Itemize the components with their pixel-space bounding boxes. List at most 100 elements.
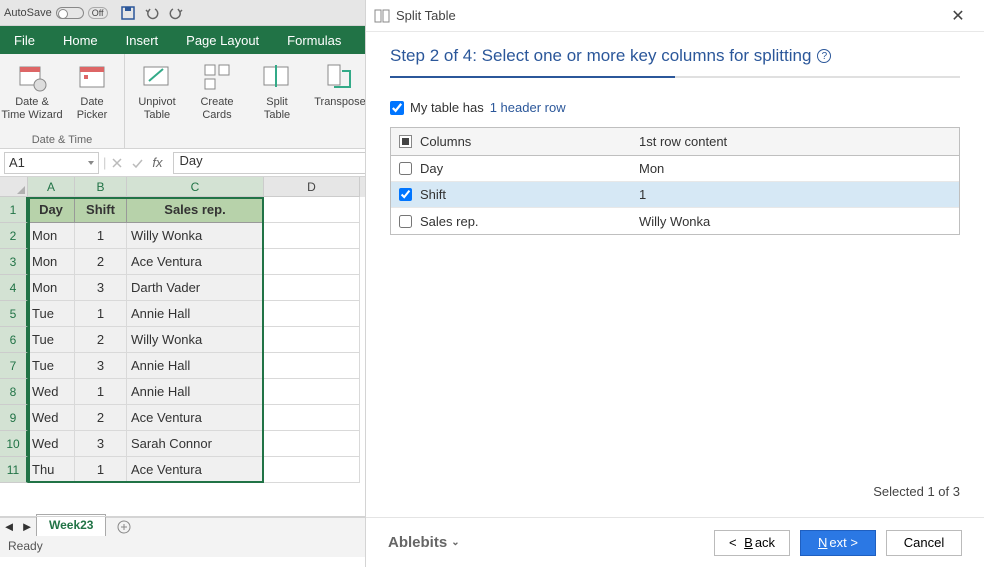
cell[interactable]: Sarah Connor — [127, 431, 264, 457]
brand-dropdown[interactable]: Ablebits ⌄ — [388, 534, 460, 551]
tab-formulas[interactable]: Formulas — [273, 26, 355, 54]
cell[interactable]: Tue — [28, 353, 75, 379]
row-header[interactable]: 6 — [0, 327, 28, 353]
tab-insert[interactable]: Insert — [112, 26, 173, 54]
col-header-d[interactable]: D — [264, 177, 360, 197]
scroll-left-icon[interactable]: ◄ — [0, 519, 18, 535]
row-header[interactable]: 5 — [0, 301, 28, 327]
cell[interactable] — [264, 431, 360, 457]
close-button[interactable]: ✕ — [940, 6, 976, 26]
row-header[interactable]: 10 — [0, 431, 28, 457]
cell[interactable]: Thu — [28, 457, 75, 483]
quick-access-toolbar — [120, 5, 184, 21]
cell[interactable]: 2 — [75, 249, 127, 275]
date-time-wizard-button[interactable]: Date & Time Wizard — [4, 56, 60, 134]
create-cards-button[interactable]: Create Cards — [189, 56, 245, 134]
select-all-cell[interactable] — [0, 177, 28, 197]
save-icon[interactable] — [120, 5, 136, 21]
cell[interactable]: 1 — [75, 379, 127, 405]
cell[interactable]: Sales rep. — [127, 197, 264, 223]
transpose-button[interactable]: Transpose — [309, 56, 371, 134]
column-checkbox[interactable] — [399, 162, 412, 175]
cell[interactable] — [264, 457, 360, 483]
cell[interactable] — [264, 275, 360, 301]
row-header[interactable]: 7 — [0, 353, 28, 379]
cell[interactable]: Wed — [28, 431, 75, 457]
cell[interactable] — [264, 353, 360, 379]
back-button[interactable]: < Back — [714, 530, 790, 556]
cell[interactable]: Day — [28, 197, 75, 223]
cell[interactable]: 1 — [75, 457, 127, 483]
row-header[interactable]: 1 — [0, 197, 28, 223]
tab-page-layout[interactable]: Page Layout — [172, 26, 273, 54]
cancel-formula-icon[interactable] — [110, 156, 124, 170]
cell[interactable]: Annie Hall — [127, 379, 264, 405]
cell[interactable]: Willy Wonka — [127, 327, 264, 353]
cell[interactable]: Ace Ventura — [127, 457, 264, 483]
fx-label[interactable]: fx — [152, 155, 162, 170]
column-row[interactable]: DayMon — [391, 156, 959, 182]
column-row[interactable]: Sales rep.Willy Wonka — [391, 208, 959, 234]
cell[interactable] — [264, 327, 360, 353]
column-checkbox[interactable] — [399, 188, 412, 201]
row-header[interactable]: 2 — [0, 223, 28, 249]
cell[interactable]: Wed — [28, 405, 75, 431]
name-box[interactable]: A1 — [4, 152, 99, 174]
cell[interactable]: 3 — [75, 275, 127, 301]
cell[interactable]: Mon — [28, 223, 75, 249]
column-checkbox[interactable] — [399, 215, 412, 228]
cell[interactable]: Tue — [28, 301, 75, 327]
help-icon[interactable]: ? — [817, 49, 831, 63]
row-header[interactable]: 3 — [0, 249, 28, 275]
row-header[interactable]: 9 — [0, 405, 28, 431]
cell[interactable] — [264, 197, 360, 223]
cancel-button[interactable]: Cancel — [886, 530, 962, 556]
cell[interactable]: Mon — [28, 249, 75, 275]
cell[interactable]: Tue — [28, 327, 75, 353]
cell[interactable]: Ace Ventura — [127, 405, 264, 431]
cell[interactable]: 2 — [75, 327, 127, 353]
unpivot-table-button[interactable]: Unpivot Table — [129, 56, 185, 134]
cell[interactable]: Darth Vader — [127, 275, 264, 301]
cell[interactable]: Annie Hall — [127, 301, 264, 327]
column-row[interactable]: Shift1 — [391, 182, 959, 208]
cell[interactable] — [264, 249, 360, 275]
cell[interactable]: 1 — [75, 223, 127, 249]
row-header[interactable]: 11 — [0, 457, 28, 483]
redo-icon[interactable] — [168, 5, 184, 21]
col-header-a[interactable]: A — [28, 177, 75, 197]
row-header[interactable]: 4 — [0, 275, 28, 301]
cell[interactable]: Mon — [28, 275, 75, 301]
cell[interactable] — [264, 301, 360, 327]
cell[interactable] — [264, 379, 360, 405]
cell[interactable]: 2 — [75, 405, 127, 431]
col-header-c[interactable]: C — [127, 177, 264, 197]
select-all-checkbox[interactable] — [399, 135, 412, 148]
tab-home[interactable]: Home — [49, 26, 112, 54]
cell[interactable]: 3 — [75, 431, 127, 457]
cell[interactable]: Ace Ventura — [127, 249, 264, 275]
cell[interactable]: Shift — [75, 197, 127, 223]
cell[interactable] — [264, 223, 360, 249]
tab-file[interactable]: File — [0, 26, 49, 54]
cell[interactable]: 1 — [75, 301, 127, 327]
cell[interactable]: Willy Wonka — [127, 223, 264, 249]
undo-icon[interactable] — [144, 5, 160, 21]
header-row-checkbox-row[interactable]: My table has 1 header row — [390, 100, 960, 115]
add-sheet-button[interactable] — [114, 520, 134, 534]
cell[interactable]: 3 — [75, 353, 127, 379]
scroll-right-icon[interactable]: ► — [18, 519, 36, 535]
col-header-b[interactable]: B — [75, 177, 127, 197]
autosave-toggle[interactable]: AutoSave Off — [4, 7, 108, 19]
enter-formula-icon[interactable] — [130, 156, 144, 170]
cell[interactable] — [264, 405, 360, 431]
date-picker-button[interactable]: Date Picker — [64, 56, 120, 134]
header-row-link[interactable]: 1 header row — [490, 100, 566, 115]
cell[interactable]: Annie Hall — [127, 353, 264, 379]
row-header[interactable]: 8 — [0, 379, 28, 405]
cell[interactable]: Wed — [28, 379, 75, 405]
split-table-button[interactable]: Split Table — [249, 56, 305, 134]
next-button[interactable]: Next > — [800, 530, 876, 556]
header-row-checkbox[interactable] — [390, 101, 404, 115]
group-date-time: Date & Time Wizard Date Picker Date & Ti… — [0, 54, 125, 148]
